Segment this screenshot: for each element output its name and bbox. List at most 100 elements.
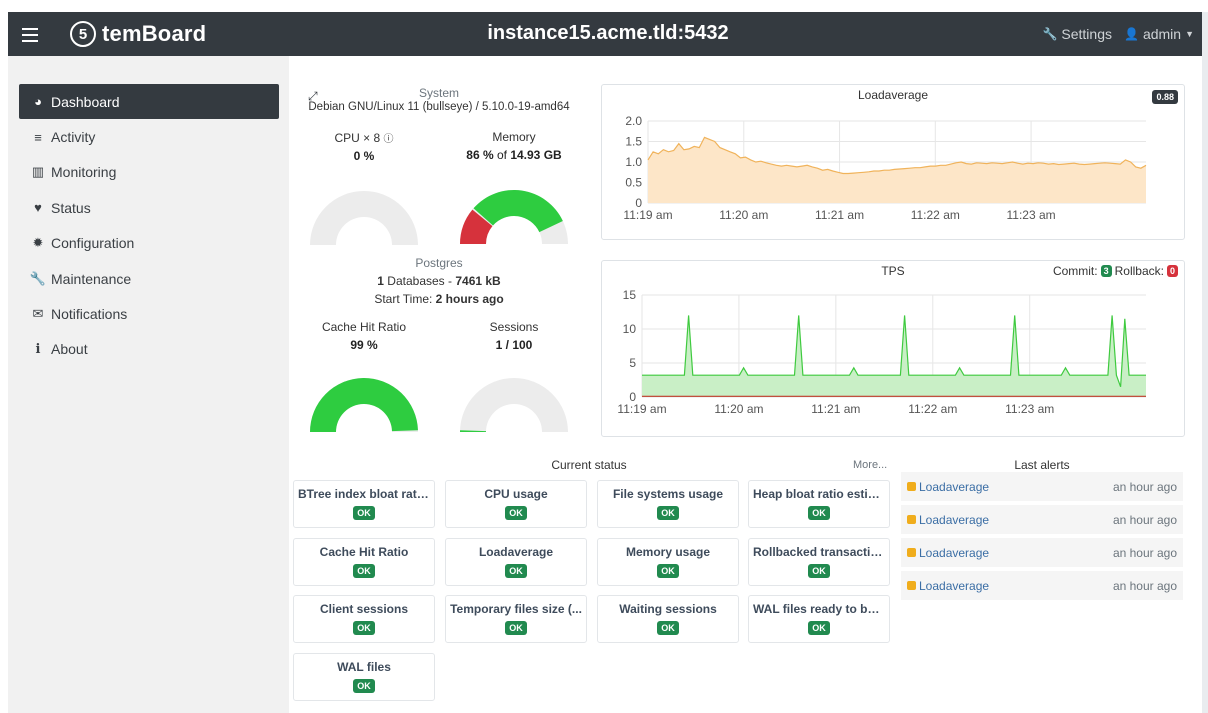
alert-time: an hour ago <box>1112 479 1177 494</box>
check-name: Rollbacked transactio... <box>753 544 888 559</box>
status-check-card[interactable]: WAL files OK <box>293 652 435 701</box>
gear-icon: ✹ <box>32 235 44 251</box>
settings-link[interactable]: 🔧 Settings <box>1042 26 1112 42</box>
status-badge: OK <box>808 621 830 635</box>
alert-label: Loadaverage <box>907 579 989 593</box>
x-tick-label: 11:19 am <box>617 402 666 416</box>
sidebar-item-label: Configuration <box>51 235 135 252</box>
cache-hit-gauge: Cache Hit Ratio 99 % <box>289 320 439 434</box>
memory-gauge-arc <box>460 190 568 244</box>
sidebar-item-notifications[interactable]: ✉ Notifications <box>19 296 279 331</box>
x-tick-label: 11:23 am <box>1005 402 1054 416</box>
check-name: WAL files <box>337 659 391 674</box>
navbar: 5 temBoard instance15.acme.tld:5432 🔧 Se… <box>8 12 1208 56</box>
sidebar-item-dashboard[interactable]: ◕ Dashboard <box>19 84 279 120</box>
caret-down-icon: ▼ <box>1185 29 1194 39</box>
system-description: Debian GNU/Linux 11 (bullseye) / 5.10.0-… <box>308 101 570 113</box>
sidebar-item-monitoring[interactable]: ▥ Monitoring <box>19 155 279 190</box>
status-badge: OK <box>808 506 830 520</box>
cpu-gauge-track <box>310 191 418 245</box>
sidebar-item-label: About <box>51 341 88 358</box>
memory-label: Memory <box>492 130 536 144</box>
alert-row[interactable]: Loadaverage an hour ago <box>901 505 1183 534</box>
alert-row[interactable]: Loadaverage an hour ago <box>901 571 1183 600</box>
check-name: BTree index bloat rati... <box>298 487 431 501</box>
x-tick-label: 11:19 am <box>623 208 672 222</box>
cache-hit-gauge-arc <box>310 378 418 432</box>
status-badge: OK <box>353 563 375 578</box>
alert-row[interactable]: Loadaverage an hour ago <box>901 472 1183 501</box>
status-badge: OK <box>657 563 679 578</box>
loadaverage-chart: 2.01.51.00.5011:19 am 11:20 am 11:21 am 11:… <box>623 114 1147 222</box>
warning-square-icon <box>907 482 916 491</box>
temboard-logo-icon: 5 <box>70 21 96 47</box>
brand-link[interactable]: 5 temBoard <box>70 19 206 49</box>
status-check-card[interactable]: Temporary files size (... OK <box>445 595 587 643</box>
x-tick-label: 11:22 am <box>911 208 960 222</box>
status-check-card[interactable]: Cache Hit Ratio OK <box>293 537 435 586</box>
expand-icon[interactable]: ⤢ <box>308 89 318 104</box>
sidebar-item-status[interactable]: ♥ Status <box>19 190 279 225</box>
status-check-card[interactable]: Heap bloat ratio estim... OK <box>748 480 890 528</box>
page-scrollbar[interactable] <box>1202 12 1208 713</box>
cpu-label: CPU × 8 <box>334 131 381 145</box>
db-count: 1 <box>377 274 384 288</box>
db-size: 7461 kB <box>455 274 501 288</box>
status-check-card[interactable]: WAL files ready to be ... OK <box>748 595 890 643</box>
sidebar-nav: ◕ Dashboard ≡ Activity ▥ Monitoring ♥ Status ✹ Co… <box>19 84 279 367</box>
info-icon: i <box>35 341 41 357</box>
status-badge: OK <box>808 563 830 578</box>
alert-row[interactable]: Loadaverage an hour ago <box>901 538 1183 567</box>
cache-hit-gauge-fill <box>310 378 418 432</box>
commit-area <box>642 315 1146 397</box>
user-label: admin <box>1142 26 1182 42</box>
alert-name: Loadaverage <box>919 512 990 527</box>
warning-square-icon <box>907 581 916 590</box>
x-tick-label: 11:20 am <box>714 402 763 416</box>
system-block: ⤢ System Debian GNU/Linux 11 (bullseye) … <box>289 86 589 113</box>
status-badge: OK <box>353 621 375 635</box>
menu-toggle-icon[interactable] <box>22 24 38 44</box>
status-check-card[interactable]: Loadaverage OK <box>445 537 587 586</box>
bar-chart-icon: ▥ <box>31 164 45 180</box>
status-check-card[interactable]: Waiting sessions OK <box>597 595 739 643</box>
sidebar-item-maintenance[interactable]: 🔧 Maintenance <box>19 261 279 296</box>
memory-gauge: Memory 86 % of 14.93 GB <box>439 130 589 246</box>
x-tick-label: 11:23 am <box>1006 208 1055 222</box>
alert-name: Loadaverage <box>919 578 990 593</box>
check-name: Temporary files size (... <box>450 602 582 616</box>
heart-icon: ♥ <box>34 200 42 216</box>
sessions-value: 1 / 100 <box>495 338 533 352</box>
last-alerts-title: Last alerts <box>1014 458 1070 472</box>
x-tick-label: 11:21 am <box>815 208 864 222</box>
status-check-card[interactable]: File systems usage OK <box>597 480 739 528</box>
start-time-label: Start Time: <box>374 292 436 306</box>
status-check-card[interactable]: Rollbacked transactio... OK <box>748 537 890 586</box>
sessions-label: Sessions <box>489 320 539 334</box>
sidebar: ◕ Dashboard ≡ Activity ▥ Monitoring ♥ Status ✹ Co… <box>8 56 289 713</box>
check-name: Waiting sessions <box>619 602 717 616</box>
dashboard-content: ⤢ System Debian GNU/Linux 11 (bullseye) … <box>289 56 1202 713</box>
status-check-card[interactable]: CPU usage OK <box>445 480 587 528</box>
envelope-icon: ✉ <box>32 306 44 322</box>
y-tick-label: 1.5 <box>625 135 642 149</box>
memory-percent: 86 % <box>466 148 494 162</box>
user-dropdown[interactable]: 👤 admin ▼ <box>1124 26 1194 42</box>
tps-panel: TPS Commit: 3 Rollback: 0 15 10 5 0 11:19 am… <box>601 260 1185 437</box>
status-check-card[interactable]: Memory usage OK <box>597 537 739 586</box>
x-tick-label: 11:21 am <box>811 402 860 416</box>
memory-of-text: of <box>493 148 511 162</box>
system-title: System <box>418 86 459 100</box>
cpu-gauge-arc <box>310 191 418 245</box>
y-tick-label: 5 <box>629 356 636 370</box>
sidebar-item-activity[interactable]: ≡ Activity <box>19 119 279 154</box>
sidebar-item-configuration[interactable]: ✹ Configuration <box>19 226 279 261</box>
x-tick-label: 11:20 am <box>719 208 768 222</box>
db-text: Databases - <box>383 274 456 288</box>
sidebar-item-about[interactable]: i About <box>19 332 279 367</box>
check-name: Memory usage <box>625 544 711 559</box>
more-link[interactable]: More... <box>853 459 887 471</box>
status-check-card[interactable]: BTree index bloat rati... OK <box>293 480 435 528</box>
status-check-card[interactable]: Client sessions OK <box>293 595 435 643</box>
memory-total: 14.93 GB <box>510 148 562 162</box>
